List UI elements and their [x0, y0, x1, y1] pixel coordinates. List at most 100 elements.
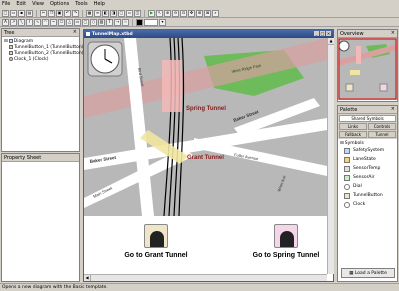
collapse-icon[interactable]: ⊟: [340, 141, 344, 146]
maximize-icon[interactable]: □: [320, 31, 325, 36]
link-tool-icon[interactable]: ↗: [10, 18, 17, 26]
zoom-in-icon[interactable]: ⊕: [164, 9, 171, 17]
new-icon[interactable]: □: [2, 9, 9, 17]
paste-icon[interactable]: ▣: [56, 9, 63, 17]
menu-edit[interactable]: Edit: [16, 1, 26, 7]
bring-front-icon[interactable]: ◧: [102, 9, 109, 17]
collapse-icon[interactable]: ⊟: [4, 39, 8, 44]
document-icon: [86, 32, 90, 36]
overview-spring-tunnel: [356, 46, 361, 64]
palette-item-dial[interactable]: Dial: [340, 182, 395, 191]
close-icon[interactable]: ×: [391, 30, 395, 36]
ellipse-tool-icon[interactable]: ○: [90, 18, 97, 26]
clock-widget[interactable]: [87, 41, 123, 77]
palette-item-tunnelbutton[interactable]: TunnelButton: [340, 191, 395, 200]
rect-tool-icon[interactable]: ▭: [74, 18, 81, 26]
grid-toggle-icon[interactable]: ⊞: [196, 9, 203, 17]
property-sheet-panel: Property Sheet: [1, 153, 80, 282]
tree-item-clock[interactable]: Clock_1 (Clock): [4, 56, 77, 62]
palette-tab-fallback[interactable]: Fallback: [339, 131, 367, 138]
go-to-grant-tunnel-button[interactable]: Go to Grant Tunnel: [104, 252, 208, 259]
tree-item-label: Diagram: [13, 38, 34, 44]
polyline-tool-icon[interactable]: ⌇: [26, 18, 33, 26]
document-horizontal-scrollbar[interactable]: ◀: [84, 274, 327, 281]
cut-icon[interactable]: ✂: [40, 9, 47, 17]
spring-tunnel-icon[interactable]: [274, 224, 298, 248]
scroll-up-icon[interactable]: ▲: [328, 38, 334, 45]
grid-icon[interactable]: ▦: [86, 9, 93, 17]
dial-icon: [344, 183, 350, 190]
go-to-spring-tunnel-button[interactable]: Go to Spring Tunnel: [234, 252, 338, 259]
document-vertical-scrollbar[interactable]: ▲: [327, 38, 334, 274]
select-icon[interactable]: ↖: [156, 9, 163, 17]
spline-tool-icon[interactable]: ~: [50, 18, 57, 26]
polygon-tool-icon[interactable]: ⬠: [58, 18, 65, 26]
align-icon[interactable]: ≡: [94, 9, 101, 17]
overview-thumbnail[interactable]: [338, 38, 397, 100]
run-icon[interactable]: ▶: [148, 9, 155, 17]
menu-help[interactable]: Help: [94, 1, 105, 7]
palette-tab-controls[interactable]: Controls: [368, 123, 396, 130]
menu-options[interactable]: Options: [50, 1, 69, 7]
palette-item-clock[interactable]: Clock: [340, 200, 395, 209]
close-icon[interactable]: ×: [326, 31, 331, 36]
palette-panel: Palette × Shared Symbols Links Controls …: [337, 105, 398, 282]
palette-item-sensorair[interactable]: SensorAir: [340, 173, 395, 182]
arrow-tool-icon[interactable]: →: [114, 18, 121, 26]
minimize-icon[interactable]: _: [314, 31, 319, 36]
lock-icon[interactable]: ◫: [134, 9, 141, 17]
palette-item-lanestate[interactable]: LaneState: [340, 155, 395, 164]
menu-tools[interactable]: Tools: [75, 1, 87, 7]
rounded-rect-tool-icon[interactable]: ▢: [82, 18, 89, 26]
arc-tool-icon[interactable]: ◠: [42, 18, 49, 26]
save-icon[interactable]: ▪: [18, 9, 25, 17]
load-palette-button[interactable]: ▦ Load a Palette: [341, 268, 395, 278]
color-dropdown-icon[interactable]: ▾: [159, 18, 166, 26]
group-icon[interactable]: ▢: [118, 9, 125, 17]
palette-tab-links[interactable]: Links: [339, 123, 367, 130]
tree-panel-header: Tree ×: [2, 29, 79, 37]
palette-item-safetysystem[interactable]: SafetySystem: [340, 146, 395, 155]
overview-title: Overview: [340, 30, 364, 37]
zoom-out-icon[interactable]: ⊖: [172, 9, 179, 17]
image-tool-icon[interactable]: ▨: [98, 18, 105, 26]
star-tool-icon[interactable]: ☆: [122, 18, 129, 26]
tree-title: Tree: [4, 29, 15, 36]
grant-tunnel-icon[interactable]: [144, 224, 168, 248]
pan-icon[interactable]: ✥: [188, 9, 195, 17]
tree-panel: Tree × ⊟ Diagram TunnelButton_1 (TunnelB…: [1, 28, 83, 152]
spring-tunnel-label: Spring Tunnel: [186, 106, 226, 112]
copy-icon[interactable]: ❐: [48, 9, 55, 17]
curve-tool-icon[interactable]: ∿: [34, 18, 41, 26]
undo-icon[interactable]: ↶: [64, 9, 71, 17]
palette-tab-shared-symbols[interactable]: Shared Symbols: [339, 115, 396, 122]
print-icon[interactable]: ▤: [26, 9, 33, 17]
ungroup-icon[interactable]: ▫: [126, 9, 133, 17]
text-tool-icon[interactable]: A: [2, 18, 9, 26]
scroll-left-icon[interactable]: ◀: [84, 275, 91, 281]
magnify-icon[interactable]: ⌕: [212, 9, 219, 17]
open-icon[interactable]: ▭: [10, 9, 17, 17]
overview-clock: [338, 40, 350, 52]
label-tool-icon[interactable]: T: [106, 18, 113, 26]
toolbar-divider: [132, 18, 133, 26]
close-icon[interactable]: ⊠: [204, 9, 211, 17]
close-icon[interactable]: ×: [391, 106, 395, 112]
tunnel-map: Spring Tunnel Grant Tunnel West Ridge Pa…: [84, 38, 327, 216]
palette-item-sensortemp[interactable]: SensorTemp: [340, 164, 395, 173]
spring-tunnel-area[interactable]: [162, 60, 182, 112]
tunnel-arch-icon: [280, 231, 294, 247]
tree-item-tunnelbutton-2[interactable]: TunnelButton_2 (TunnelButton): [4, 50, 83, 56]
menu-file[interactable]: File: [2, 1, 10, 7]
redo-icon[interactable]: ↷: [72, 9, 79, 17]
tree-item-tunnelbutton-1[interactable]: TunnelButton_1 (TunnelButton): [4, 44, 83, 50]
zoom-fit-icon[interactable]: ⊡: [180, 9, 187, 17]
line-color-icon[interactable]: [144, 18, 158, 26]
triangle-tool-icon[interactable]: △: [66, 18, 73, 26]
send-back-icon[interactable]: ◨: [110, 9, 117, 17]
palette-tab-tunnel[interactable]: Tunnel: [368, 131, 396, 138]
menu-view[interactable]: View: [32, 1, 44, 7]
fill-color-icon[interactable]: [136, 18, 143, 26]
close-icon[interactable]: ×: [73, 29, 77, 35]
line-tool-icon[interactable]: ╲: [18, 18, 25, 26]
